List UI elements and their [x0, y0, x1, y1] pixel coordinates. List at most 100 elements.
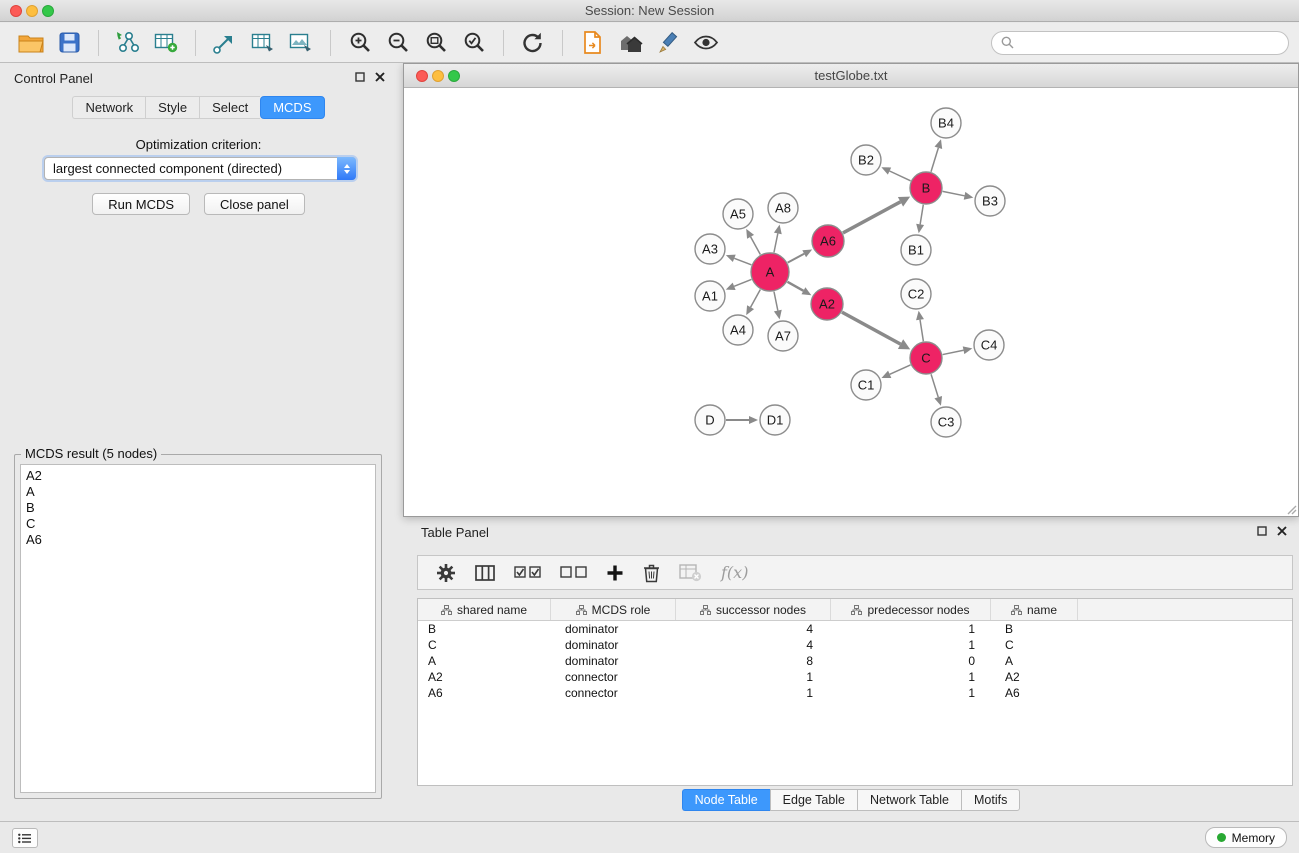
tab-select[interactable]: Select — [199, 96, 260, 119]
export-image-button[interactable] — [284, 27, 318, 59]
table-cell[interactable]: B — [991, 622, 1078, 636]
column-header-mcds-role[interactable]: MCDS role — [551, 599, 676, 620]
network-window-minimize-button[interactable] — [432, 70, 444, 82]
graph-node-C3[interactable]: C3 — [931, 407, 961, 437]
home-button[interactable] — [613, 27, 647, 59]
table-cell[interactable]: dominator — [551, 654, 676, 668]
mcds-result-list[interactable]: A2ABCA6 — [20, 464, 376, 793]
graph-node-B4[interactable]: B4 — [931, 108, 961, 138]
tab-node-table[interactable]: Node Table — [682, 789, 770, 811]
select-all-button[interactable] — [514, 566, 541, 579]
network-graph[interactable]: B4B2BB3A5A8A6A3B1AC2A1A2A4A7C4CC1C3DD1 — [404, 89, 1298, 516]
graph-node-A8[interactable]: A8 — [768, 193, 798, 223]
tab-motifs[interactable]: Motifs — [961, 789, 1020, 811]
control-panel-float-icon[interactable] — [355, 72, 365, 82]
save-session-button[interactable] — [52, 27, 86, 59]
table-cell[interactable]: connector — [551, 686, 676, 700]
result-item[interactable]: A6 — [26, 532, 370, 548]
graph-edge-B-B2[interactable] — [890, 171, 911, 181]
run-mcds-button[interactable]: Run MCDS — [92, 193, 190, 215]
table-row[interactable]: A6connector11A6 — [418, 685, 1292, 701]
table-row[interactable]: Adominator80A — [418, 653, 1292, 669]
table-cell[interactable]: A6 — [991, 686, 1078, 700]
table-cell[interactable]: A6 — [418, 686, 551, 700]
column-header-predecessor-nodes[interactable]: predecessor nodes — [831, 599, 991, 620]
table-cell[interactable]: A2 — [991, 670, 1078, 684]
graph-edge-A-A2[interactable] — [787, 282, 803, 291]
graph-node-D1[interactable]: D1 — [760, 405, 790, 435]
search-input[interactable] — [1020, 35, 1279, 50]
show-columns-button[interactable] — [475, 564, 495, 582]
tab-network[interactable]: Network — [72, 96, 145, 119]
table-panel-close-icon[interactable] — [1277, 526, 1287, 536]
table-cell[interactable]: A — [418, 654, 551, 668]
window-resize-handle[interactable] — [1285, 503, 1297, 515]
close-panel-button[interactable]: Close panel — [204, 193, 305, 215]
graph-node-A6[interactable]: A6 — [812, 225, 844, 257]
search-box[interactable] — [991, 31, 1289, 55]
graph-node-B3[interactable]: B3 — [975, 186, 1005, 216]
graph-edge-A-A6[interactable] — [788, 254, 805, 263]
table-cell[interactable]: A — [991, 654, 1078, 668]
graph-edge-C-C2[interactable] — [920, 320, 923, 342]
table-cell[interactable]: 1 — [676, 686, 831, 700]
table-cell[interactable]: 4 — [676, 638, 831, 652]
graph-edge-B-B3[interactable] — [943, 191, 965, 195]
graph-edge-C-C4[interactable] — [943, 350, 964, 354]
graph-node-A1[interactable]: A1 — [695, 281, 725, 311]
graph-edge-B-B4[interactable] — [931, 148, 938, 172]
column-header-successor-nodes[interactable]: successor nodes — [676, 599, 831, 620]
table-settings-button[interactable] — [436, 563, 456, 583]
graph-edge-C-C1[interactable] — [890, 365, 911, 374]
network-window-zoom-button[interactable] — [448, 70, 460, 82]
graph-edge-A-A5[interactable] — [751, 237, 761, 255]
tab-edge-table[interactable]: Edge Table — [770, 789, 857, 811]
table-row[interactable]: Bdominator41B — [418, 621, 1292, 637]
function-builder-button[interactable]: f(x) — [721, 563, 748, 582]
graph-edge-A-A3[interactable] — [734, 258, 751, 265]
table-row[interactable]: Cdominator41C — [418, 637, 1292, 653]
table-cell[interactable]: 1 — [831, 670, 991, 684]
graph-node-C1[interactable]: C1 — [851, 370, 881, 400]
graph-edge-A-A1[interactable] — [734, 279, 751, 286]
table-cell[interactable]: dominator — [551, 638, 676, 652]
graph-node-A2[interactable]: A2 — [811, 288, 843, 320]
graph-node-A3[interactable]: A3 — [695, 234, 725, 264]
graph-node-A[interactable]: A — [751, 253, 789, 291]
graph-node-A7[interactable]: A7 — [768, 321, 798, 351]
delete-column-button[interactable] — [643, 563, 660, 583]
graph-node-C4[interactable]: C4 — [974, 330, 1004, 360]
graph-node-C2[interactable]: C2 — [901, 279, 931, 309]
result-item[interactable]: A — [26, 484, 370, 500]
table-cell[interactable]: A2 — [418, 670, 551, 684]
zoom-out-button[interactable] — [381, 27, 415, 59]
graph-node-B1[interactable]: B1 — [901, 235, 931, 265]
network-window-close-button[interactable] — [416, 70, 428, 82]
tab-network-table[interactable]: Network Table — [857, 789, 961, 811]
deselect-all-button[interactable] — [560, 566, 587, 579]
graph-edge-B-B1[interactable] — [920, 205, 923, 225]
graph-node-B[interactable]: B — [910, 172, 942, 204]
graph-edge-C-C3[interactable] — [931, 374, 938, 397]
open-session-button[interactable] — [14, 27, 48, 59]
graph-edge-A-A4[interactable] — [751, 290, 761, 308]
control-panel-close-icon[interactable] — [375, 72, 385, 82]
table-cell[interactable]: 1 — [831, 622, 991, 636]
import-table-file-button[interactable] — [149, 27, 183, 59]
column-header-shared-name[interactable]: shared name — [418, 599, 551, 620]
tab-mcds[interactable]: MCDS — [260, 96, 324, 119]
network-window-titlebar[interactable]: testGlobe.txt — [404, 64, 1298, 88]
add-column-button[interactable] — [606, 564, 624, 582]
table-panel-float-icon[interactable] — [1257, 526, 1267, 536]
result-item[interactable]: A2 — [26, 468, 370, 484]
graph-edge-A-A7[interactable] — [774, 292, 778, 311]
graph-node-A5[interactable]: A5 — [723, 199, 753, 229]
export-table-button[interactable] — [246, 27, 280, 59]
delete-table-button[interactable] — [679, 563, 702, 582]
graph-edge-A2-C[interactable] — [842, 312, 901, 344]
graph-node-C[interactable]: C — [910, 342, 942, 374]
table-cell[interactable]: C — [418, 638, 551, 652]
memory-button[interactable]: Memory — [1205, 827, 1287, 848]
table-cell[interactable]: dominator — [551, 622, 676, 636]
tab-style[interactable]: Style — [145, 96, 199, 119]
